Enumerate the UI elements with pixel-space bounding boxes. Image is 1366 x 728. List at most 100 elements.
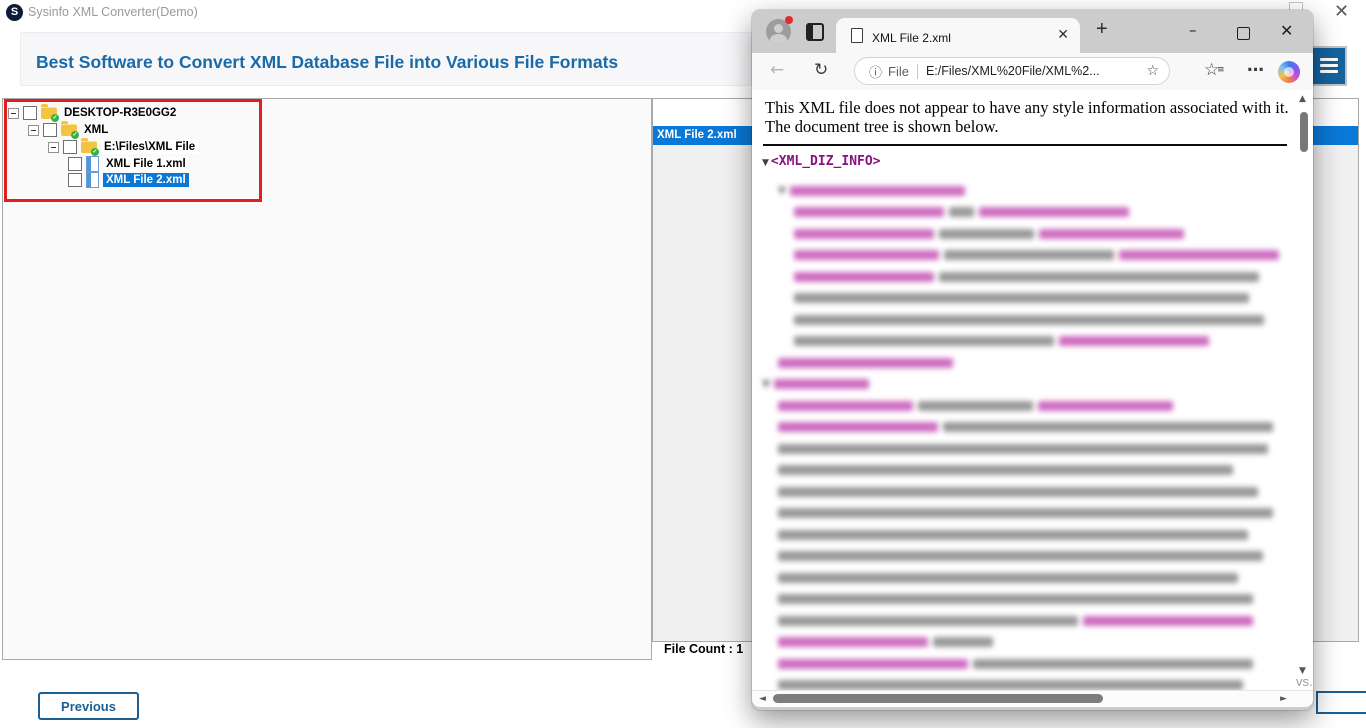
redacted-xml-tag bbox=[790, 185, 965, 196]
redacted-xml-text bbox=[778, 443, 1268, 454]
redacted-xml-text bbox=[778, 465, 1233, 476]
xml-style-notice: This XML file does not appear to have an… bbox=[765, 98, 1293, 136]
collapse-arrow-icon[interactable]: ▼ bbox=[762, 158, 769, 168]
redacted-xml-tag bbox=[979, 207, 1129, 218]
tab-actions-icon[interactable] bbox=[806, 23, 824, 41]
blurred-xml-line bbox=[778, 397, 1178, 411]
folder-check-icon bbox=[41, 104, 59, 122]
redacted-xml-tag bbox=[1059, 336, 1209, 347]
horizontal-scrollbar[interactable]: ◄ ► bbox=[752, 690, 1313, 707]
partial-background-text: vs. bbox=[1296, 674, 1313, 689]
scroll-right-icon[interactable]: ► bbox=[1280, 694, 1287, 704]
blurred-xml-line bbox=[778, 655, 1258, 669]
redacted-xml-tag bbox=[1119, 250, 1279, 261]
document-favicon-icon bbox=[851, 28, 863, 43]
browser-toolbar: ← ↻ ⓘ File E:/Files/XML%20File/XML%2... … bbox=[752, 53, 1313, 90]
previous-button[interactable]: Previous bbox=[38, 692, 139, 720]
next-button-partial[interactable] bbox=[1316, 691, 1366, 714]
scroll-left-icon[interactable]: ◄ bbox=[759, 694, 766, 704]
page-title: Best Software to Convert XML Database Fi… bbox=[36, 52, 619, 72]
file-count-label: File Count : 1 bbox=[664, 642, 744, 656]
blurred-xml-line bbox=[778, 591, 1258, 605]
blurred-xml-line bbox=[778, 677, 1248, 690]
browser-content: This XML file does not appear to have an… bbox=[752, 90, 1313, 690]
vertical-scrollbar[interactable]: ▲ ▼ bbox=[1296, 92, 1312, 688]
scroll-up-icon[interactable]: ▲ bbox=[1299, 94, 1306, 104]
settings-menu-icon[interactable]: … bbox=[1247, 56, 1265, 76]
hamburger-bar bbox=[1320, 58, 1338, 61]
blurred-xml-line bbox=[794, 268, 1264, 282]
redacted-xml-tag bbox=[794, 207, 944, 218]
expander-minus-icon[interactable] bbox=[28, 124, 39, 136]
folder-tree-panel[interactable]: DESKTOP-R3E0GG2 XML E:\Files\XML File XML F… bbox=[2, 98, 652, 660]
back-icon[interactable]: ← bbox=[770, 60, 784, 80]
redacted-xml-tag bbox=[1039, 228, 1184, 239]
tree-item-label: E:\Files\XML File bbox=[101, 140, 199, 154]
redacted-xml-tag bbox=[778, 637, 928, 648]
tree-item[interactable]: XML File 2.xml bbox=[68, 172, 189, 188]
browser-tab[interactable]: XML File 2.xml ✕ bbox=[836, 18, 1080, 53]
app-close-icon[interactable]: ✕ bbox=[1334, 1, 1349, 22]
tree-checkbox[interactable] bbox=[68, 157, 82, 171]
notification-dot bbox=[785, 16, 793, 24]
expander-minus-icon[interactable] bbox=[48, 141, 59, 153]
url-text[interactable]: E:/Files/XML%20File/XML%2... bbox=[926, 64, 1140, 78]
redacted-xml-tag bbox=[794, 271, 934, 282]
tree-checkbox[interactable] bbox=[63, 140, 77, 154]
xml-root-tag: <XML_DIZ_INFO> bbox=[770, 154, 881, 169]
notice-divider bbox=[763, 144, 1287, 146]
tab-title: XML File 2.xml bbox=[872, 31, 951, 45]
copilot-icon[interactable] bbox=[1278, 61, 1300, 83]
xml-root-element[interactable]: ▼ <XML_DIZ_INFO> bbox=[762, 154, 881, 169]
redacted-xml-tag bbox=[778, 658, 968, 669]
tree-checkbox[interactable] bbox=[43, 123, 57, 137]
blurred-xml-line bbox=[778, 634, 998, 648]
close-button[interactable]: ✕ bbox=[1280, 21, 1293, 40]
tree-item[interactable]: XML bbox=[28, 121, 111, 139]
screen: S Sysinfo XML Converter(Demo) ✕ Best Sof… bbox=[0, 0, 1366, 728]
horizontal-scroll-thumb[interactable] bbox=[773, 694, 1103, 703]
xml-file-icon bbox=[86, 172, 99, 188]
tree-item-label: XML File 2.xml bbox=[103, 173, 189, 187]
redacted-xml-text bbox=[933, 637, 993, 648]
expander-minus-icon[interactable] bbox=[8, 107, 19, 119]
vertical-scroll-thumb[interactable] bbox=[1300, 112, 1308, 152]
collapse-arrow-icon bbox=[778, 186, 786, 195]
blurred-xml-line bbox=[778, 483, 1263, 497]
bookmark-star-icon[interactable]: ☆ bbox=[1146, 63, 1159, 79]
tree-item[interactable]: DESKTOP-R3E0GG2 bbox=[8, 104, 179, 122]
app-window-title: Sysinfo XML Converter(Demo) bbox=[28, 5, 198, 19]
blurred-xml-line bbox=[778, 526, 1253, 540]
tree-item-label: DESKTOP-R3E0GG2 bbox=[64, 107, 177, 119]
redacted-xml-tag bbox=[1038, 400, 1173, 411]
tree-checkbox[interactable] bbox=[68, 173, 82, 187]
maximize-button[interactable] bbox=[1237, 27, 1250, 40]
redacted-xml-text bbox=[794, 336, 1054, 347]
tree-item[interactable]: E:\Files\XML File bbox=[48, 138, 199, 156]
browser-window: XML File 2.xml ✕ + – ✕ ← ↻ ⓘ File E:/Fil… bbox=[752, 10, 1313, 710]
minimize-button[interactable]: – bbox=[1189, 21, 1197, 39]
blurred-xml-line bbox=[778, 569, 1243, 583]
tab-close-icon[interactable]: ✕ bbox=[1057, 27, 1069, 43]
redacted-xml-text bbox=[973, 658, 1253, 669]
redacted-xml-text bbox=[778, 572, 1238, 583]
refresh-icon[interactable]: ↻ bbox=[814, 60, 828, 80]
menu-hamburger-button[interactable] bbox=[1311, 46, 1347, 86]
browser-tabstrip: XML File 2.xml ✕ + – ✕ bbox=[752, 10, 1313, 53]
redacted-xml-tag bbox=[778, 400, 913, 411]
redacted-xml-text bbox=[778, 508, 1273, 519]
collapse-arrow-icon bbox=[762, 380, 770, 389]
address-bar[interactable]: ⓘ File E:/Files/XML%20File/XML%2... ☆ bbox=[854, 57, 1170, 85]
tree-checkbox[interactable] bbox=[23, 106, 37, 120]
page-info-icon[interactable]: ⓘ bbox=[869, 62, 882, 81]
tree-item[interactable]: XML File 1.xml bbox=[68, 156, 189, 172]
blurred-xml-line bbox=[794, 311, 1269, 325]
url-divider bbox=[916, 63, 918, 79]
redacted-xml-text bbox=[778, 529, 1248, 540]
redacted-xml-tag bbox=[778, 422, 938, 433]
redacted-xml-text bbox=[949, 207, 974, 218]
new-tab-button[interactable]: + bbox=[1096, 18, 1108, 41]
redacted-xml-tag bbox=[774, 379, 869, 390]
blurred-xml-line bbox=[778, 354, 958, 368]
redacted-xml-text bbox=[794, 293, 1249, 304]
